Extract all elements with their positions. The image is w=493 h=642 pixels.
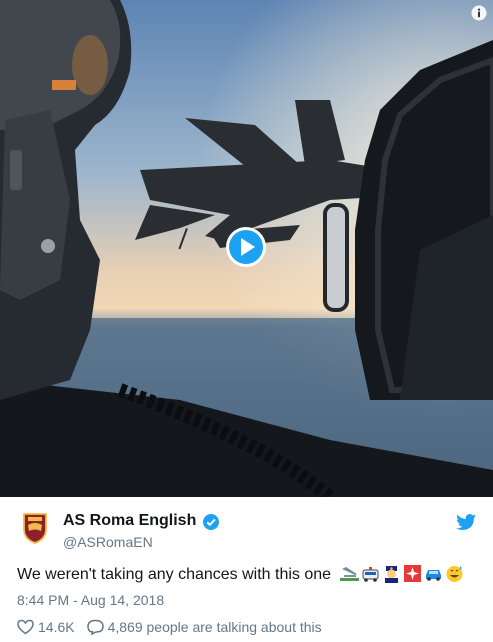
play-button[interactable] [226,227,266,267]
emoji-sequence [339,564,464,583]
avatar[interactable] [17,509,53,545]
police-light-icon [403,564,422,583]
grinning-sweat-icon [445,564,464,583]
info-icon[interactable] [471,5,487,21]
police-officer-icon [382,564,401,583]
tweet-text-body: We weren't taking any chances with this … [17,566,332,583]
tweet-card: AS Roma English @ASRomaEN We weren't tak… [0,497,493,642]
video-media[interactable] [0,0,493,497]
verified-badge-icon [202,513,220,531]
author-handle[interactable]: @ASRomaEN [63,534,153,550]
car-icon [424,564,443,583]
like-count[interactable]: 14.6K [38,619,75,635]
airplane-arrival-icon [339,564,359,583]
police-car-icon [361,564,380,583]
tweet-text: We weren't taking any chances with this … [17,564,464,584]
talking-count[interactable]: 4,869 people are talking about this [108,619,322,635]
author-name[interactable]: AS Roma English [63,512,196,530]
heart-icon[interactable] [17,619,34,635]
reply-bubble-icon[interactable] [86,619,104,636]
tweet-timestamp[interactable]: 8:44 PM - Aug 14, 2018 [17,592,164,608]
play-icon [229,230,263,264]
twitter-bird-icon[interactable] [456,514,476,531]
as-roma-crest-icon [23,513,47,544]
tweet-actions: 14.6K 4,869 people are talking about thi… [17,619,322,636]
